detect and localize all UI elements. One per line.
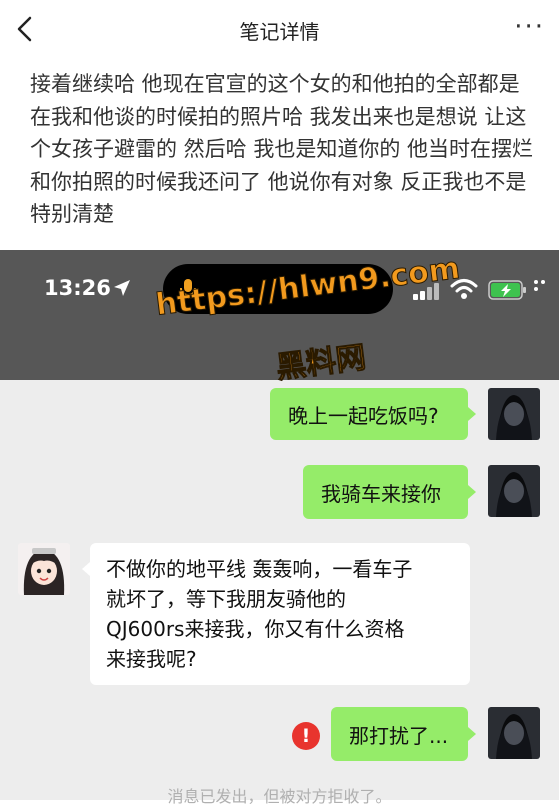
message-line: 来接我呢? bbox=[106, 647, 197, 671]
chat-screenshot: 13:26 bbox=[0, 250, 559, 800]
status-time: 13:26 bbox=[44, 276, 111, 300]
message-line: QJ600rs来接我，你又有什么资格 bbox=[106, 617, 405, 641]
note-body-text: 接着继续哈 他现在官宣的这个女的和他拍的全部都是在我和他谈的时候拍的照片哈 我发… bbox=[30, 72, 534, 226]
message-text: 那打扰了... bbox=[349, 723, 449, 748]
message-text: 我骑车来接你 bbox=[321, 481, 441, 506]
self-avatar[interactable] bbox=[488, 707, 540, 759]
send-failed-icon[interactable]: ! bbox=[292, 722, 320, 750]
contact-avatar[interactable] bbox=[18, 543, 70, 595]
bubble-tail bbox=[82, 562, 90, 576]
message-text: 晚上一起吃饭吗? bbox=[288, 403, 439, 428]
status-extra-dots-icon bbox=[534, 280, 545, 291]
chat-bubble-received: 不做你的地平线 轰轰响，一看车子 就坏了，等下我朋友骑他的 QJ600rs来接我… bbox=[90, 543, 470, 685]
location-arrow-icon bbox=[114, 280, 130, 296]
bubble-tail bbox=[468, 727, 476, 741]
bubble-tail bbox=[468, 485, 476, 499]
message-line: 就坏了，等下我朋友骑他的 bbox=[106, 587, 346, 611]
self-avatar[interactable] bbox=[488, 388, 540, 440]
battery-charging-icon bbox=[488, 280, 526, 300]
more-options-icon[interactable]: ··· bbox=[514, 14, 545, 40]
message-line: 不做你的地平线 轰轰响，一看车子 bbox=[106, 557, 413, 581]
self-avatar[interactable] bbox=[488, 465, 540, 517]
page-title: 笔记详情 bbox=[239, 20, 320, 44]
chat-bubble-sent: 那打扰了... bbox=[331, 707, 468, 761]
chat-bubble-sent: 晚上一起吃饭吗? bbox=[270, 388, 468, 440]
note-header: 笔记详情 ··· bbox=[0, 0, 559, 60]
rejected-message-notice: 消息已发出，但被对方拒收了。 bbox=[167, 787, 392, 806]
chat-bubble-sent: 我骑车来接你 bbox=[303, 465, 468, 519]
bubble-tail bbox=[468, 407, 476, 421]
